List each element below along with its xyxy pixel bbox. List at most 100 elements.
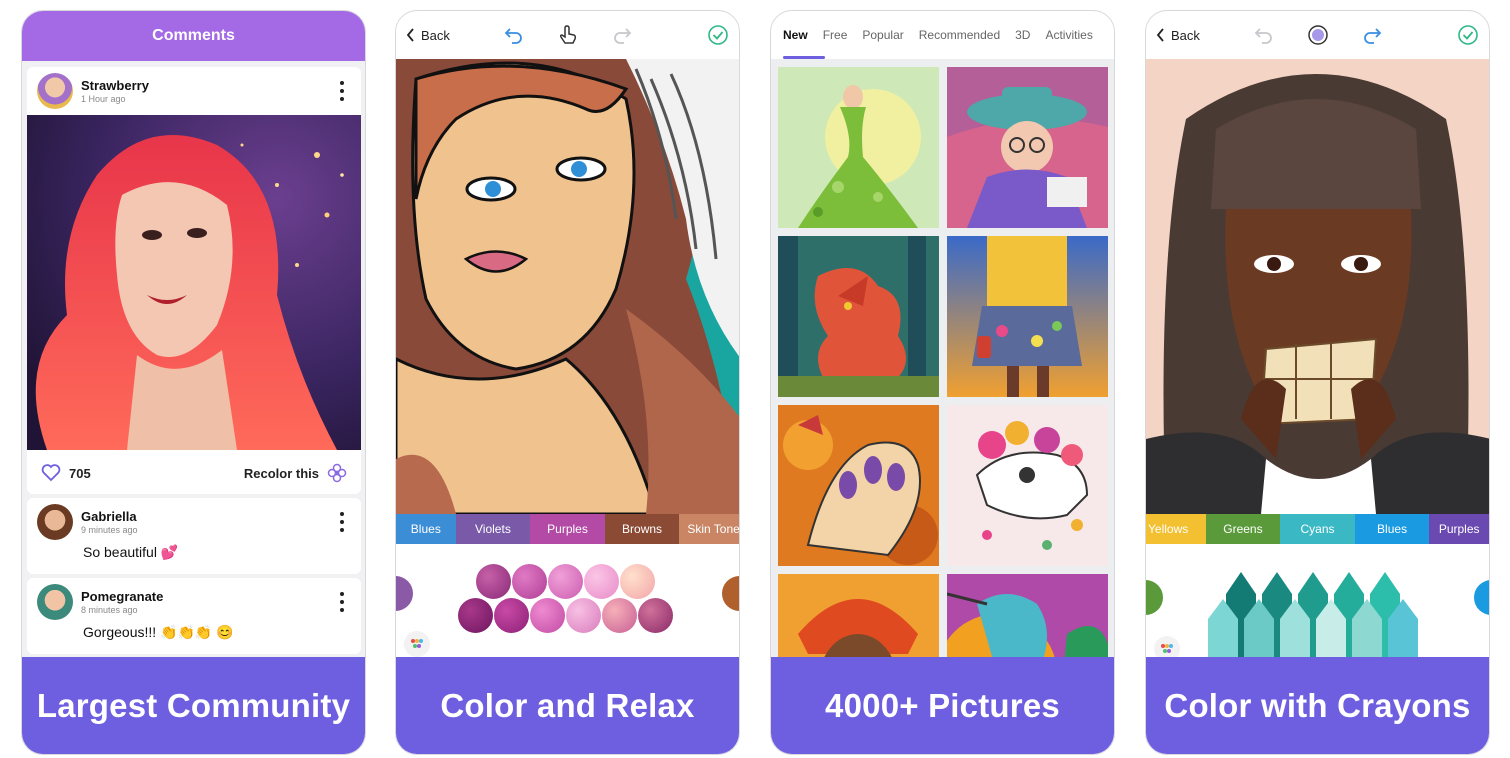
chevron-left-icon: [1156, 28, 1164, 42]
color-swatch[interactable]: [396, 576, 413, 611]
color-swatch[interactable]: [620, 564, 655, 599]
comment-time: 8 minutes ago: [81, 605, 138, 615]
palette-picker-icon[interactable]: [404, 631, 430, 657]
check-done-icon[interactable]: [706, 23, 730, 47]
tab-browns[interactable]: Browns: [604, 514, 680, 544]
brush-size-icon[interactable]: [1306, 23, 1330, 47]
avatar[interactable]: [37, 504, 73, 540]
coloring-canvas[interactable]: [396, 59, 740, 514]
feed: Strawberry 1 Hour ago 705 Recolor this G…: [22, 61, 365, 659]
more-options-icon[interactable]: [339, 592, 345, 612]
redo-icon[interactable]: [1360, 23, 1384, 47]
color-category-tabs: Yellows Greens Cyans Blues Purples: [1146, 514, 1489, 544]
caption-banner: 4000+ Pictures: [771, 657, 1114, 754]
tab-activities[interactable]: Activities: [1045, 28, 1092, 42]
color-swatch-palette: [396, 544, 739, 659]
comment-item: Gabriella 9 minutes ago So beautiful 💕: [27, 498, 361, 574]
gallery-tabs: New Free Popular Recommended 3D Activiti…: [771, 11, 1114, 59]
picture-thumbnail[interactable]: [947, 67, 1108, 228]
tab-purples[interactable]: Purples: [1429, 514, 1489, 544]
recolor-button[interactable]: Recolor this: [244, 463, 347, 483]
picture-thumbnail[interactable]: [947, 236, 1108, 397]
comment-text: Gorgeous!!! 👏👏👏 😊: [83, 624, 234, 640]
tab-blues[interactable]: Blues: [396, 514, 456, 544]
heart-icon[interactable]: [41, 464, 61, 482]
check-done-icon[interactable]: [1456, 23, 1480, 47]
color-swatch[interactable]: [458, 598, 493, 633]
more-options-icon[interactable]: [339, 512, 345, 532]
tab-3d[interactable]: 3D: [1015, 28, 1030, 42]
post-card: Strawberry 1 Hour ago 705 Recolor this: [27, 67, 361, 494]
comments-header: Comments: [22, 11, 365, 61]
color-swatch[interactable]: [530, 598, 565, 633]
crayon-palette: [1146, 544, 1489, 659]
comment-username[interactable]: Gabriella: [81, 509, 138, 524]
color-swatch[interactable]: [512, 564, 547, 599]
post-time: 1 Hour ago: [81, 94, 126, 104]
tab-free[interactable]: Free: [823, 28, 848, 42]
redo-icon[interactable]: [610, 23, 634, 47]
comment-username[interactable]: Pomegranate: [81, 589, 163, 604]
undo-icon[interactable]: [1252, 23, 1276, 47]
color-swatch[interactable]: [1146, 580, 1163, 615]
flower-palette-icon: [327, 463, 347, 483]
tab-new[interactable]: New: [783, 28, 808, 42]
caption-banner: Color and Relax: [396, 657, 739, 754]
post-artwork-image[interactable]: [27, 115, 361, 450]
tab-popular[interactable]: Popular: [862, 28, 903, 42]
back-button[interactable]: Back: [1156, 28, 1200, 43]
avatar[interactable]: [37, 73, 73, 109]
color-swatch[interactable]: [638, 598, 673, 633]
comment-text: So beautiful 💕: [83, 544, 179, 560]
picture-grid: [771, 59, 1114, 659]
comment-time: 9 minutes ago: [81, 525, 138, 535]
caption-banner: Color with Crayons: [1146, 657, 1489, 754]
color-swatch[interactable]: [1474, 580, 1489, 615]
back-label: Back: [421, 27, 450, 43]
tab-recommended[interactable]: Recommended: [919, 28, 1000, 42]
tab-skin-tone[interactable]: Skin Tone: [679, 514, 739, 544]
recolor-label: Recolor this: [243, 465, 319, 481]
palette-picker-icon[interactable]: [1154, 636, 1180, 659]
picture-thumbnail[interactable]: [778, 574, 939, 659]
chevron-left-icon: [406, 28, 414, 42]
community-screen: Comments Strawberry 1 Hour ago 705 Recol…: [21, 10, 366, 755]
avatar[interactable]: [37, 584, 73, 620]
color-swatch[interactable]: [494, 598, 529, 633]
coloring-screen: Back Blues Violets Purples Browns Skin T…: [395, 10, 740, 755]
color-swatch[interactable]: [584, 564, 619, 599]
coloring-canvas[interactable]: [1146, 59, 1490, 514]
crayon-set[interactable]: [1206, 564, 1436, 659]
tab-blues[interactable]: Blues: [1354, 514, 1430, 544]
post-username[interactable]: Strawberry: [81, 78, 149, 93]
undo-icon[interactable]: [502, 23, 526, 47]
picture-thumbnail[interactable]: [947, 574, 1108, 659]
back-label: Back: [1171, 27, 1200, 43]
more-options-icon[interactable]: [339, 81, 345, 101]
picture-thumbnail[interactable]: [778, 236, 939, 397]
back-button[interactable]: Back: [406, 28, 450, 43]
comment-author-row: Pomegranate 8 minutes ago: [27, 578, 361, 626]
picture-thumbnail[interactable]: [778, 405, 939, 566]
post-author-row: Strawberry 1 Hour ago: [27, 67, 361, 115]
comment-author-row: Gabriella 9 minutes ago: [27, 498, 361, 546]
like-count: 705: [69, 465, 91, 481]
tab-purples[interactable]: Purples: [530, 514, 605, 544]
tab-greens[interactable]: Greens: [1205, 514, 1281, 544]
header-title: Comments: [152, 27, 235, 44]
tab-yellows[interactable]: Yellows: [1146, 514, 1206, 544]
comment-item: Pomegranate 8 minutes ago Gorgeous!!! 👏👏…: [27, 578, 361, 654]
hand-touch-icon[interactable]: [556, 23, 580, 47]
tab-violets[interactable]: Violets: [455, 514, 531, 544]
color-swatch[interactable]: [548, 564, 583, 599]
picture-thumbnail[interactable]: [947, 405, 1108, 566]
color-swatch[interactable]: [566, 598, 601, 633]
tab-cyans[interactable]: Cyans: [1280, 514, 1355, 544]
color-swatch[interactable]: [602, 598, 637, 633]
picture-thumbnail[interactable]: [778, 67, 939, 228]
caption-banner: Largest Community: [22, 657, 365, 754]
gallery-screen: New Free Popular Recommended 3D Activiti…: [770, 10, 1115, 755]
color-swatch[interactable]: [722, 576, 739, 611]
color-swatch[interactable]: [476, 564, 511, 599]
color-category-tabs: Blues Violets Purples Browns Skin Tone: [396, 514, 739, 544]
